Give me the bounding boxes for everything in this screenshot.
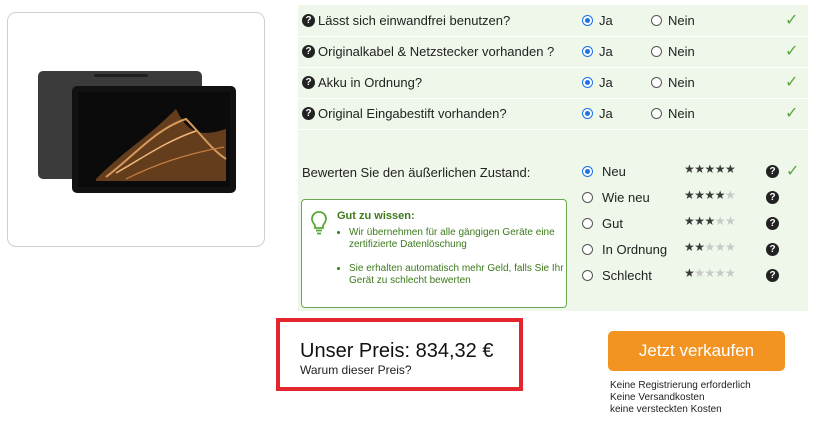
rating-stars: ★★★★★ bbox=[684, 214, 736, 228]
tip-item: Sie erhalten automatisch mehr Geld, fall… bbox=[349, 263, 574, 287]
condition-option[interactable]: Wie neu ★★★★★ ? bbox=[580, 187, 808, 213]
radio-no-label: Nein bbox=[668, 44, 695, 59]
tip-box: Gut zu wissen: Wir übernehmen für alle g… bbox=[301, 199, 567, 308]
help-icon[interactable]: ? bbox=[766, 165, 779, 178]
question-text: Originalkabel & Netzstecker vorhanden ? bbox=[318, 44, 555, 59]
radio-yes-label: Ja bbox=[599, 75, 613, 90]
question-row: ? Originalkabel & Netzstecker vorhanden … bbox=[298, 36, 808, 68]
radio-yes[interactable] bbox=[582, 46, 593, 57]
benefit-item: Keine Registrierung erforderlich bbox=[610, 380, 751, 391]
condition-option[interactable]: In Ordnung ★★★★★ ? bbox=[580, 239, 808, 265]
condition-option-label: Gut bbox=[602, 216, 623, 231]
rating-stars: ★★★★★ bbox=[684, 266, 736, 280]
question-text: Lässt sich einwandfrei benutzen? bbox=[318, 13, 511, 28]
check-icon: ✓ bbox=[785, 74, 799, 91]
condition-option[interactable]: Neu ★★★★★ ? ✓ bbox=[580, 161, 808, 187]
condition-option-label: Wie neu bbox=[602, 190, 650, 205]
radio-no[interactable] bbox=[651, 77, 662, 88]
condition-option[interactable]: Gut ★★★★★ ? bbox=[580, 213, 808, 239]
condition-option-label: In Ordnung bbox=[602, 242, 668, 257]
help-icon[interactable]: ? bbox=[302, 14, 315, 27]
check-icon: ✓ bbox=[785, 105, 799, 122]
radio-yes[interactable] bbox=[582, 108, 593, 119]
condition-option-label: Schlecht bbox=[602, 268, 652, 283]
question-text: Akku in Ordnung? bbox=[318, 75, 423, 90]
radio-yes-label: Ja bbox=[599, 44, 613, 59]
question-row: ? Original Eingabestift vorhanden? Ja Ne… bbox=[298, 98, 808, 130]
help-icon[interactable]: ? bbox=[766, 191, 779, 204]
tip-title: Gut zu wissen: bbox=[337, 210, 415, 222]
radio-no-label: Nein bbox=[668, 75, 695, 90]
help-icon[interactable]: ? bbox=[766, 243, 779, 256]
help-icon[interactable]: ? bbox=[302, 107, 315, 120]
check-icon: ✓ bbox=[785, 43, 799, 60]
lightbulb-icon bbox=[311, 211, 327, 235]
help-icon[interactable]: ? bbox=[766, 217, 779, 230]
radio-yes[interactable] bbox=[582, 77, 593, 88]
check-icon: ✓ bbox=[786, 163, 800, 180]
radio-condition[interactable] bbox=[582, 218, 593, 229]
condition-option[interactable]: Schlecht ★★★★★ ? bbox=[580, 265, 808, 291]
radio-no[interactable] bbox=[651, 108, 662, 119]
radio-no[interactable] bbox=[651, 15, 662, 26]
radio-condition[interactable] bbox=[582, 244, 593, 255]
price-value: Unser Preis: 834,32 € bbox=[300, 340, 494, 362]
benefit-item: Keine Versandkosten bbox=[610, 392, 705, 403]
radio-no-label: Nein bbox=[668, 106, 695, 121]
condition-label: Bewerten Sie den äußerlichen Zustand: bbox=[302, 165, 531, 180]
product-image-card bbox=[7, 12, 265, 247]
condition-option-label: Neu bbox=[602, 164, 626, 179]
radio-condition[interactable] bbox=[582, 270, 593, 281]
radio-yes-label: Ja bbox=[599, 13, 613, 28]
questions-panel: ? Lässt sich einwandfrei benutzen? Ja Ne… bbox=[298, 5, 808, 311]
rating-stars: ★★★★★ bbox=[684, 240, 736, 254]
radio-yes-label: Ja bbox=[599, 106, 613, 121]
help-icon[interactable]: ? bbox=[766, 269, 779, 282]
help-icon[interactable]: ? bbox=[302, 45, 315, 58]
tip-item: Wir übernehmen für alle gängigen Geräte … bbox=[349, 227, 574, 251]
benefit-item: keine versteckten Kosten bbox=[610, 404, 722, 415]
tip-list: Wir übernehmen für alle gängigen Geräte … bbox=[337, 227, 574, 299]
radio-condition[interactable] bbox=[582, 192, 593, 203]
question-text: Original Eingabestift vorhanden? bbox=[318, 106, 507, 121]
radio-condition[interactable] bbox=[582, 166, 593, 177]
radio-yes[interactable] bbox=[582, 15, 593, 26]
price-box: Unser Preis: 834,32 € Warum dieser Preis… bbox=[276, 318, 523, 391]
sell-now-button[interactable]: Jetzt verkaufen bbox=[608, 331, 785, 371]
check-icon: ✓ bbox=[785, 12, 799, 29]
benefits-list: Keine Registrierung erforderlich Keine V… bbox=[610, 380, 751, 416]
question-row: ? Lässt sich einwandfrei benutzen? Ja Ne… bbox=[298, 5, 808, 37]
rating-stars: ★★★★★ bbox=[684, 188, 736, 202]
radio-no-label: Nein bbox=[668, 13, 695, 28]
price-why-link[interactable]: Warum dieser Preis? bbox=[300, 363, 412, 377]
rating-stars: ★★★★★ bbox=[684, 162, 736, 176]
tablet-image bbox=[38, 71, 236, 193]
help-icon[interactable]: ? bbox=[302, 76, 315, 89]
question-row: ? Akku in Ordnung? Ja Nein ✓ bbox=[298, 67, 808, 99]
radio-no[interactable] bbox=[651, 46, 662, 57]
